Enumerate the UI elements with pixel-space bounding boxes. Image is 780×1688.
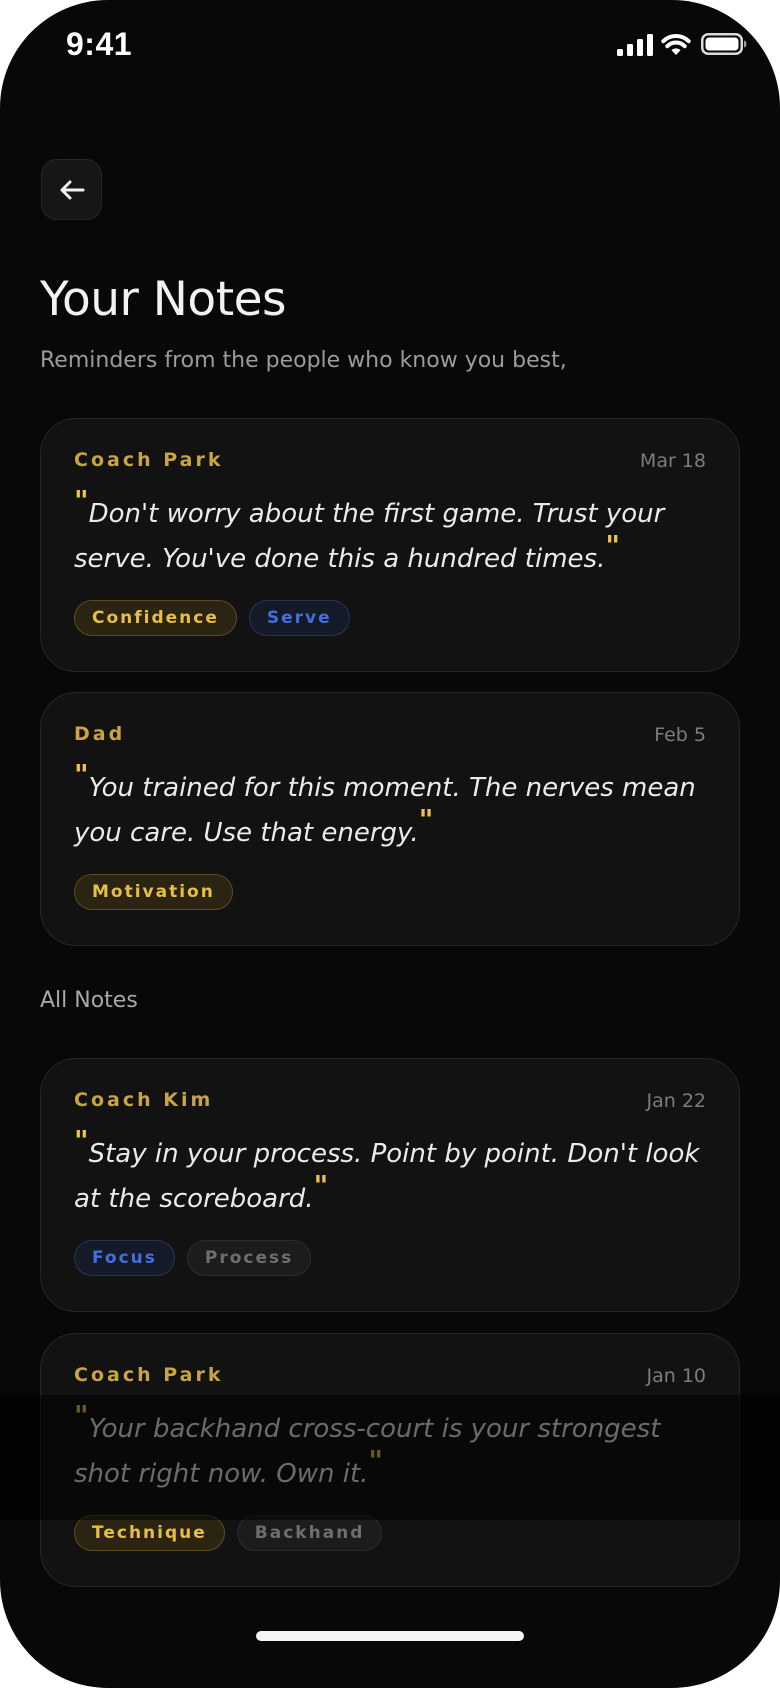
note-quote: "Don't worry about the first game. Trust…: [74, 484, 704, 581]
page-title: Your Notes: [40, 272, 287, 327]
cellular-signal-icon: [617, 34, 653, 56]
note-tags: Confidence Serve: [74, 600, 350, 636]
close-quote-mark: ": [605, 529, 620, 562]
open-quote-mark: ": [74, 1124, 89, 1157]
section-label-all-notes: All Notes: [40, 988, 138, 1013]
tag-process[interactable]: Process: [186, 1240, 312, 1276]
note-author: Coach Kim: [74, 1089, 214, 1111]
note-card[interactable]: Coach Kim Jan 22 "Stay in your process. …: [40, 1058, 740, 1312]
wifi-icon: [661, 33, 691, 55]
tag-serve[interactable]: Serve: [248, 600, 350, 636]
tag-backhand[interactable]: Backhand: [236, 1515, 383, 1551]
note-tags: Motivation: [74, 874, 233, 910]
arrow-left-icon: [60, 180, 84, 199]
close-quote-mark: ": [418, 803, 434, 836]
note-date: Feb 5: [654, 724, 706, 746]
phone-screen: 9:41 Your Notes Reminders from the peopl…: [0, 0, 780, 1688]
note-author: Dad: [74, 723, 126, 745]
note-quote-text: Stay in your process. Point by point. Do…: [74, 1139, 700, 1214]
note-tags: Technique Backhand: [74, 1515, 383, 1551]
note-quote-text: You trained for this moment. The nerves …: [74, 773, 696, 848]
back-button[interactable]: [41, 159, 102, 220]
close-quote-mark: ": [368, 1444, 384, 1477]
note-date: Jan 10: [646, 1365, 706, 1387]
open-quote-mark: ": [74, 1399, 89, 1432]
battery-icon: [701, 33, 747, 55]
note-tags: Focus Process: [74, 1240, 312, 1276]
note-quote: "Your backhand cross-court is your stron…: [74, 1399, 704, 1496]
page-subtitle: Reminders from the people who know you b…: [40, 348, 567, 373]
note-date: Mar 18: [639, 450, 706, 472]
note-quote-text: Don't worry about the first game. Trust …: [74, 499, 665, 574]
note-author: Coach Park: [74, 449, 224, 471]
note-card[interactable]: Coach Park Mar 18 "Don't worry about the…: [40, 418, 740, 672]
note-date: Jan 22: [646, 1090, 706, 1112]
note-author: Coach Park: [74, 1364, 224, 1386]
home-indicator[interactable]: [256, 1631, 524, 1641]
note-card[interactable]: Dad Feb 5 "You trained for this moment. …: [40, 692, 740, 946]
tag-motivation[interactable]: Motivation: [74, 874, 233, 910]
status-bar: 9:41: [0, 0, 780, 96]
note-card[interactable]: Coach Park Jan 10 "Your backhand cross-c…: [40, 1333, 740, 1587]
tag-technique[interactable]: Technique: [74, 1515, 225, 1551]
open-quote-mark: ": [74, 758, 89, 791]
note-quote: "Stay in your process. Point by point. D…: [74, 1124, 704, 1221]
status-time: 9:41: [66, 26, 133, 62]
close-quote-mark: ": [313, 1169, 329, 1202]
note-quote: "You trained for this moment. The nerves…: [74, 758, 704, 855]
tag-confidence[interactable]: Confidence: [74, 600, 237, 636]
open-quote-mark: ": [74, 484, 89, 517]
tag-focus[interactable]: Focus: [74, 1240, 175, 1276]
